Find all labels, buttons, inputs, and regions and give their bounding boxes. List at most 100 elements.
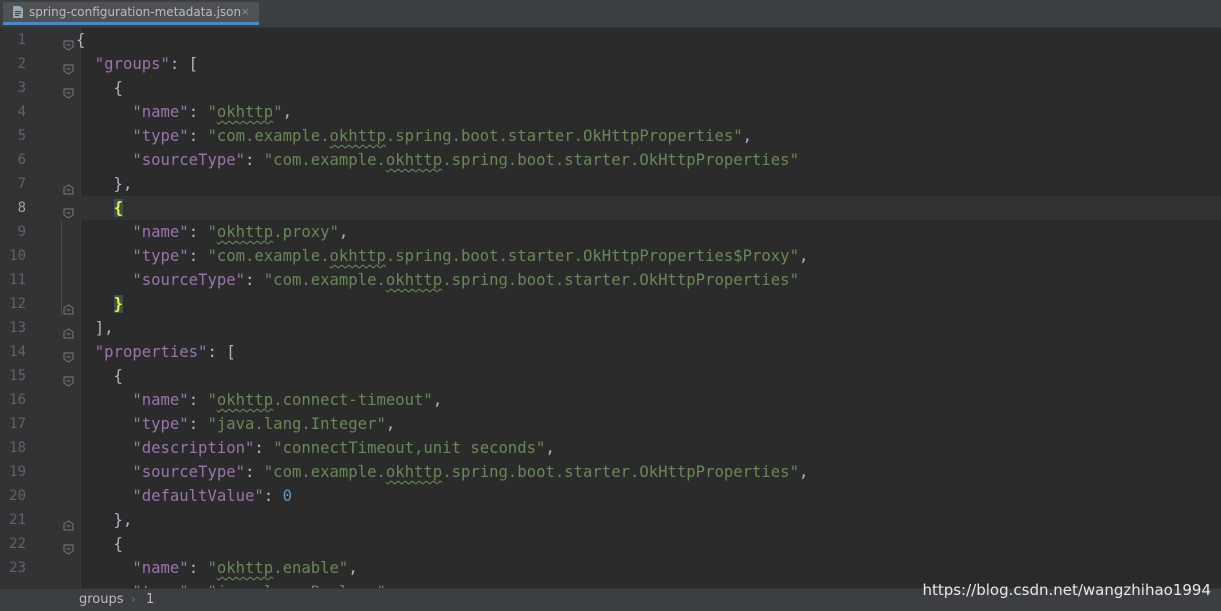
- line-number: 11: [9, 272, 26, 288]
- code-line[interactable]: 23 "name": "okhttp.enable",: [0, 556, 1221, 580]
- code-line[interactable]: 16 "name": "okhttp.connect-timeout",: [0, 388, 1221, 412]
- line-number: 5: [17, 128, 26, 144]
- line-number: 10: [9, 248, 26, 264]
- code-token: {: [76, 79, 123, 97]
- code-text: },: [76, 508, 133, 532]
- code-token: :: [188, 391, 208, 409]
- fold-close-icon[interactable]: [63, 178, 74, 195]
- spellcheck-word: okhttp: [385, 151, 443, 169]
- code-text: }: [76, 292, 123, 316]
- code-line[interactable]: 7 },: [0, 172, 1221, 196]
- code-text: {: [76, 28, 85, 52]
- code-line[interactable]: 11 "sourceType": "com.example.okhttp.spr…: [0, 268, 1221, 292]
- fold-open-icon[interactable]: [63, 538, 74, 555]
- code-line[interactable]: 1{: [0, 28, 1221, 52]
- code-editor[interactable]: 1{2 "groups": [3 {4 "name": "okhttp", 5 "…: [0, 28, 1221, 588]
- code-text: {: [76, 76, 123, 100]
- code-token: :: [188, 223, 208, 241]
- code-line[interactable]: 6 "sourceType": "com.example.okhttp.spri…: [0, 148, 1221, 172]
- code-text: "sourceType": "com.example.okhttp.spring…: [76, 460, 808, 484]
- fold-close-icon[interactable]: [63, 514, 74, 531]
- code-token: :: [245, 463, 264, 481]
- code-line[interactable]: 10 "type": "com.example.okhttp.spring.bo…: [0, 244, 1221, 268]
- code-token: :: [188, 103, 208, 121]
- code-token: ],: [76, 319, 114, 337]
- line-number: 12: [9, 296, 26, 312]
- code-line[interactable]: 22 {: [0, 532, 1221, 556]
- fold-open-icon[interactable]: [63, 58, 74, 75]
- breadcrumb-item-index[interactable]: 1: [146, 592, 154, 607]
- editor-tab-bar: spring-configuration-metadata.json ×: [0, 0, 1221, 28]
- line-number: 13: [9, 320, 26, 336]
- code-text: "name": "okhttp",: [76, 100, 292, 124]
- code-line[interactable]: 3 {: [0, 76, 1221, 100]
- fold-close-icon[interactable]: [63, 322, 74, 339]
- code-token: {: [76, 367, 123, 385]
- fold-open-icon[interactable]: [63, 370, 74, 387]
- code-line[interactable]: 13 ],: [0, 316, 1221, 340]
- fold-open-icon[interactable]: [63, 82, 74, 99]
- code-line[interactable]: 20 "defaultValue": 0: [0, 484, 1221, 508]
- code-text: "type": "com.example.okhttp.spring.boot.…: [76, 124, 752, 148]
- code-token: :: [263, 487, 283, 505]
- code-token: .spring.boot.starter.OkHttpProperties": [442, 151, 799, 169]
- code-text: "type": "java.lang.Boolean",: [76, 580, 395, 588]
- code-token: .spring.boot.starter.OkHttpProperties$Pr…: [385, 247, 799, 265]
- file-tab[interactable]: spring-configuration-metadata.json ×: [3, 2, 259, 25]
- fold-open-icon[interactable]: [63, 346, 74, 363]
- code-token: ,: [742, 127, 753, 145]
- code-token: {: [76, 31, 86, 49]
- code-line[interactable]: 9 "name": "okhttp.proxy",: [0, 220, 1221, 244]
- code-line[interactable]: 21 },: [0, 508, 1221, 532]
- breadcrumb-item-groups[interactable]: groups: [79, 592, 124, 607]
- code-token: "java.lang.Integer": [207, 415, 386, 433]
- code-line[interactable]: 14 "properties": [: [0, 340, 1221, 364]
- file-tab-label: spring-configuration-metadata.json: [29, 5, 242, 19]
- code-text: {: [76, 364, 123, 388]
- close-tab-icon[interactable]: ×: [241, 5, 250, 18]
- code-line[interactable]: 4 "name": "okhttp",: [0, 100, 1221, 124]
- code-token: :: [188, 559, 208, 577]
- code-line[interactable]: 8 {: [0, 196, 1221, 220]
- code-token: ": [207, 103, 217, 121]
- code-token: "description": [132, 439, 255, 457]
- spellcheck-word: okhttp: [216, 103, 274, 121]
- code-token: :: [254, 439, 274, 457]
- spellcheck-word: okhttp: [216, 391, 274, 409]
- code-line[interactable]: 18 "description": "connectTimeout,unit s…: [0, 436, 1221, 460]
- code-token: .spring.boot.starter.OkHttpProperties": [442, 463, 799, 481]
- code-line[interactable]: 15 {: [0, 364, 1221, 388]
- line-number: 6: [17, 152, 26, 168]
- matched-brace: {: [113, 199, 123, 217]
- code-token: "type": [132, 415, 189, 433]
- spellcheck-word: okhttp: [216, 223, 274, 241]
- line-number: 4: [17, 104, 26, 120]
- code-line[interactable]: 12 }: [0, 292, 1221, 316]
- line-number: 2: [17, 56, 26, 72]
- code-line[interactable]: 17 "type": "java.lang.Integer",: [0, 412, 1221, 436]
- code-line[interactable]: 2 "groups": [: [0, 52, 1221, 76]
- code-token: "sourceType": [132, 271, 246, 289]
- code-line[interactable]: 19 "sourceType": "com.example.okhttp.spr…: [0, 460, 1221, 484]
- line-number: 1: [17, 32, 26, 48]
- code-token: :: [188, 127, 208, 145]
- code-line[interactable]: 5 "type": "com.example.okhttp.spring.boo…: [0, 124, 1221, 148]
- code-token: "name": [132, 391, 189, 409]
- line-number: 18: [9, 440, 26, 456]
- code-token: ,: [798, 463, 809, 481]
- code-token: .connect-timeout": [273, 391, 433, 409]
- fold-open-icon[interactable]: [63, 202, 74, 219]
- fold-open-icon[interactable]: [63, 34, 74, 51]
- code-token: {: [76, 535, 123, 553]
- code-token: ": [273, 103, 283, 121]
- fold-close-icon[interactable]: [63, 298, 74, 315]
- code-token: "sourceType": [132, 463, 246, 481]
